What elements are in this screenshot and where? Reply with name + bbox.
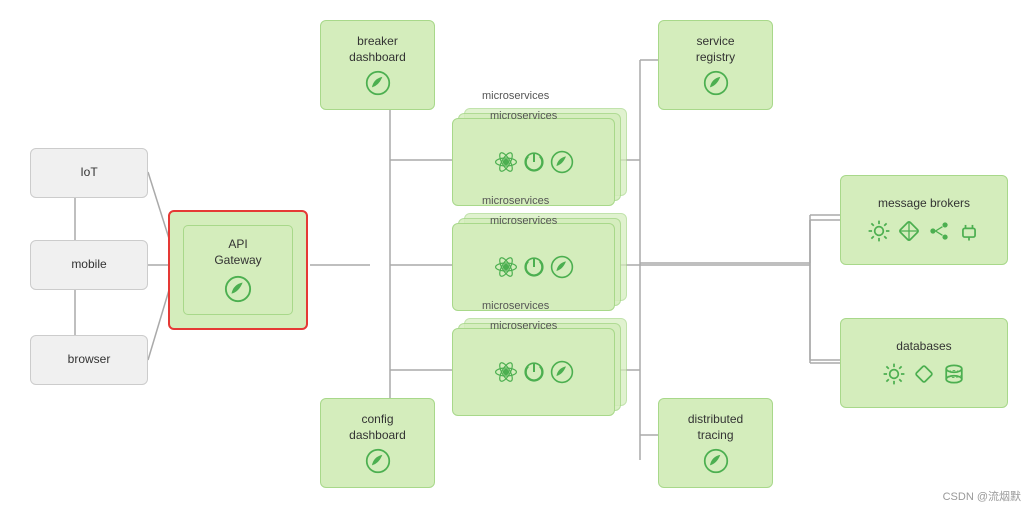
- broker-plug-icon: [956, 218, 982, 244]
- watermark: CSDN @流烟默: [943, 488, 1021, 504]
- config-dashboard-label: config dashboard: [349, 412, 406, 443]
- broker-node-icon: [926, 218, 952, 244]
- broker-gear-icon: [866, 218, 892, 244]
- browser-box: browser: [30, 335, 148, 385]
- mobile-label: mobile: [71, 257, 106, 273]
- microservices2-label-display: microservices: [490, 215, 557, 227]
- microservices1-label-display: microservices: [490, 110, 557, 122]
- mobile-box: mobile: [30, 240, 148, 290]
- broker-branch-icon: [896, 218, 922, 244]
- databases-box: databases: [840, 318, 1008, 408]
- db-cylinder-icon: [941, 361, 967, 387]
- tracing-spring-icon: [703, 448, 729, 474]
- ms1-atom-icon: [494, 150, 518, 174]
- microservices-bot: microservices: [452, 318, 627, 423]
- db-diamond-icon: [911, 361, 937, 387]
- ms1-leaf-icon: [550, 150, 574, 174]
- iot-box: IoT: [30, 148, 148, 198]
- ms2-atom-icon: [494, 255, 518, 279]
- gateway-spring-icon: [224, 275, 252, 303]
- breaker-dashboard-label: breaker dashboard: [349, 34, 406, 65]
- microservices3-label-display: microservices: [490, 320, 557, 332]
- message-brokers-label: message brokers: [878, 196, 970, 212]
- microservices-top-label: microservices: [482, 90, 549, 102]
- ms3-leaf-icon: [550, 360, 574, 384]
- ms3-atom-icon: [494, 360, 518, 384]
- distributed-tracing-label: distributed tracing: [688, 412, 743, 443]
- microservices-mid-label: microservices: [482, 195, 549, 207]
- breaker-dashboard-box: breaker dashboard: [320, 20, 435, 110]
- registry-spring-icon: [703, 70, 729, 96]
- ms1-power-icon: [522, 150, 546, 174]
- iot-label: IoT: [80, 165, 97, 181]
- message-brokers-box: message brokers: [840, 175, 1008, 265]
- ms2-leaf-icon: [550, 255, 574, 279]
- service-registry-label: service registry: [696, 34, 735, 65]
- distributed-tracing-box: distributed tracing: [658, 398, 773, 488]
- api-gateway-label: API Gateway: [214, 237, 261, 268]
- config-spring-icon: [365, 448, 391, 474]
- databases-label: databases: [896, 339, 951, 355]
- breaker-spring-icon: [365, 70, 391, 96]
- ms2-power-icon: [522, 255, 546, 279]
- microservices-bot-label: microservices: [482, 300, 549, 312]
- ms3-power-icon: [522, 360, 546, 384]
- service-registry-box: service registry: [658, 20, 773, 110]
- browser-label: browser: [68, 352, 111, 368]
- config-dashboard-box: config dashboard: [320, 398, 435, 488]
- api-gateway-box: API Gateway: [168, 210, 308, 330]
- db-gear-icon: [881, 361, 907, 387]
